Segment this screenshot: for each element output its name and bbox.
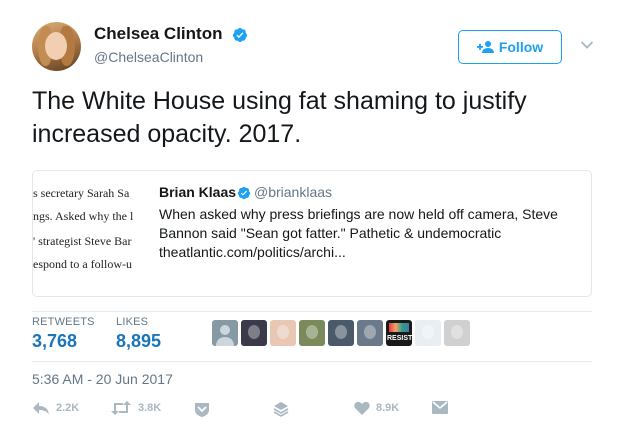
avatar-photo[interactable] [241,320,267,346]
quoted-tweet-card[interactable]: s secretary Sarah Sa ngs. Asked why the … [32,170,592,297]
avatar-resist[interactable]: RESIST [386,320,412,346]
profile-avatar[interactable] [32,22,81,71]
heart-badge-icon [195,403,209,417]
reply-icon [33,402,49,414]
verified-badge-icon [232,28,247,42]
message-button[interactable] [432,401,448,414]
quoted-author-handle: @brianklaas [254,184,333,200]
thumbnail-line: ' strategist Steve Bar [33,234,132,248]
chevron-down-icon[interactable] [580,40,594,50]
avatar-default[interactable] [212,320,238,346]
liker-avatars: RESIST [212,320,470,346]
like-count: 8.9K [376,402,400,414]
retweet-count: 3.8K [138,402,162,414]
add-user-icon [476,41,494,53]
retweets-label: RETWEETS [32,316,95,328]
likes-label: LIKES [116,316,149,328]
tweet-timestamp[interactable]: 5:36 AM - 20 Jun 2017 [32,371,173,387]
heart-icon [354,401,370,415]
direct-message-button[interactable] [194,401,210,417]
avatar-photo[interactable] [270,320,296,346]
avatar-photo[interactable] [299,320,325,346]
envelope-icon [432,401,448,414]
avatar-graphic[interactable] [415,320,441,346]
avatar-photo[interactable] [357,320,383,346]
divider [32,311,592,312]
quoted-tweet-thumbnail: s secretary Sarah Sa ngs. Asked why the … [33,171,151,296]
thumbnail-line: ngs. Asked why the l [33,209,134,223]
reply-count: 2.2K [56,402,80,414]
user-handle[interactable]: @ChelseaClinton [94,49,203,65]
verified-badge-icon [237,186,251,200]
retweet-icon [111,401,131,415]
layers-icon [273,402,289,417]
tweet-text: The White House using fat shaming to jus… [32,87,527,148]
quoted-author-name: Brian Klaas [159,184,237,200]
likes-count[interactable]: 8,895 [116,331,161,352]
retweet-button[interactable]: 3.8K [110,401,161,415]
follow-button-label: Follow [498,39,544,55]
follow-button[interactable]: Follow [458,30,562,64]
divider [32,361,592,362]
avatar-photo[interactable] [444,320,470,346]
reply-button[interactable]: 2.2K [32,401,79,415]
quoted-tweet-text: When asked why press briefings are now h… [159,206,558,260]
retweets-count[interactable]: 3,768 [32,331,77,352]
avatar-photo[interactable] [328,320,354,346]
thumbnail-line: s secretary Sarah Sa [33,186,130,200]
thumbnail-line: espond to a follow-u [33,257,132,271]
like-button[interactable]: 8.9K [354,401,399,415]
stack-button[interactable] [273,401,289,417]
user-name[interactable]: Chelsea Clinton [94,24,222,44]
